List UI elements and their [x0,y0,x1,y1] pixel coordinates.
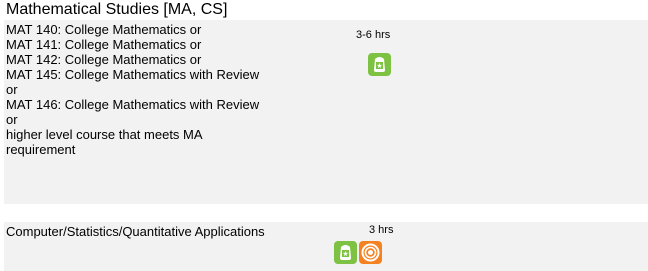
credit-hours: 3-6 hrs [356,29,391,41]
course-line: or [6,82,18,97]
course-list: MAT 140: College Mathematics or MAT 141:… [6,22,336,157]
online-course-icon[interactable]: ★ [334,241,357,264]
course-line: MAT 145: College Mathematics with Review [6,67,260,82]
course-line: MAT 142: College Mathematics or [6,52,202,67]
credit-hours: 3 hrs [369,224,394,236]
svg-text:★: ★ [376,62,382,70]
hybrid-course-icon[interactable] [359,241,382,264]
online-course-icon[interactable]: ★ [368,53,391,76]
course-line: Computer/Statistics/Quantitative Applica… [6,224,265,239]
course-line: higher level course that meets MA [6,127,203,142]
course-line: requirement [6,142,76,157]
section-title: Mathematical Studies [MA, CS] [6,1,228,18]
course-list: Computer/Statistics/Quantitative Applica… [6,224,336,239]
course-row-math: MAT 140: College Mathematics or MAT 141:… [4,20,648,204]
svg-text:★: ★ [342,250,348,258]
course-row-computer: Computer/Statistics/Quantitative Applica… [4,222,648,271]
course-line: or [6,112,18,127]
course-line: MAT 140: College Mathematics or [6,22,202,37]
course-line: MAT 141: College Mathematics or [6,37,202,52]
course-line: MAT 146: College Mathematics with Review [6,97,260,112]
